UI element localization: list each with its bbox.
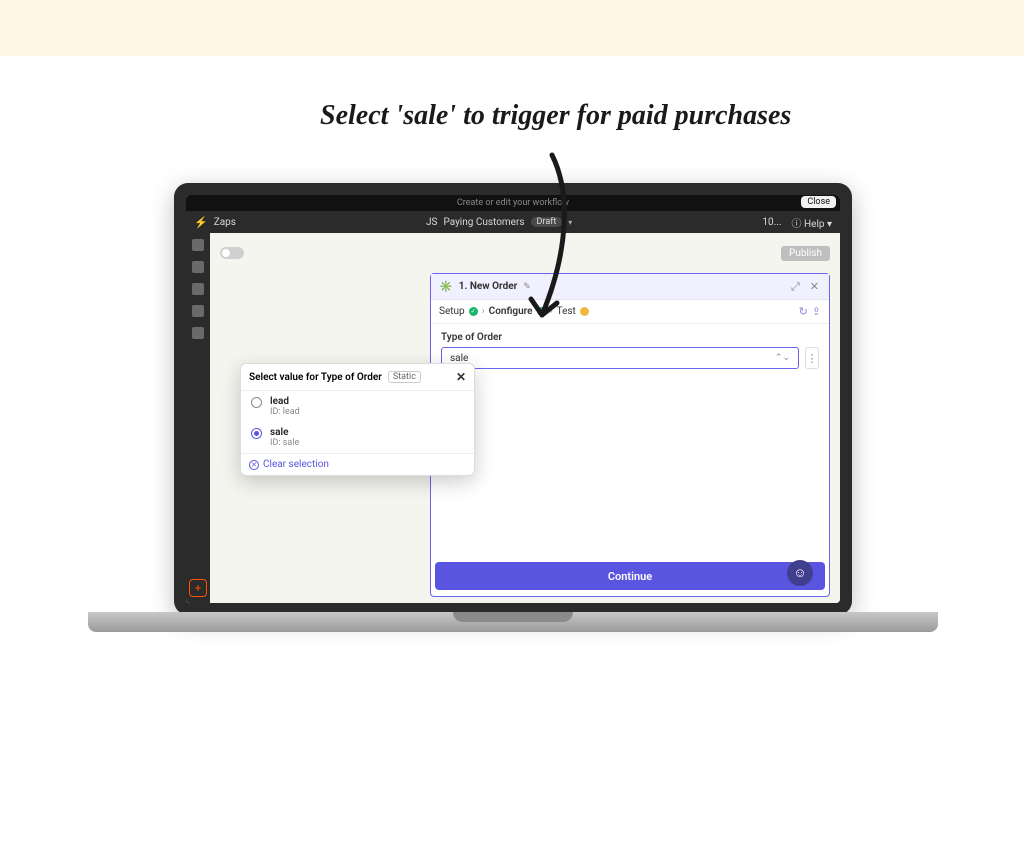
publish-button[interactable]: Publish	[781, 246, 830, 261]
radio-selected-icon	[251, 428, 262, 439]
close-button[interactable]: Close	[801, 196, 836, 208]
app-title: Zaps	[214, 217, 236, 228]
app-logo-icon: ✳️	[439, 280, 453, 293]
option-id: ID: sale	[270, 438, 299, 448]
field-menu-button[interactable]: ⋮	[805, 347, 819, 369]
rail-icon[interactable]	[192, 261, 204, 273]
clear-icon: ✕	[249, 460, 259, 470]
option-sale[interactable]: sale ID: sale	[241, 422, 474, 453]
radio-icon	[251, 397, 262, 408]
bolt-icon: ⚡	[194, 216, 208, 229]
rail-icon[interactable]	[192, 327, 204, 339]
workflow-prefix: JS	[426, 217, 437, 228]
option-label: lead	[270, 396, 300, 407]
rail-icon[interactable]	[192, 305, 204, 317]
laptop-base	[88, 612, 938, 660]
zoom-indicator[interactable]: 10...	[762, 217, 781, 228]
check-icon: ✓	[469, 307, 478, 316]
value-picker-popover: Select value for Type of Order Static ✕ …	[240, 363, 475, 476]
continue-button[interactable]: Continue	[435, 562, 825, 590]
page-banner	[0, 0, 1024, 56]
close-icon[interactable]: ✕	[808, 280, 821, 293]
type-of-order-select[interactable]: sale ⌃⌄	[441, 347, 799, 369]
callout-arrow	[487, 145, 597, 349]
tab-setup[interactable]: Setup	[439, 306, 465, 317]
callout-annotation: Select 'sale' to trigger for paid purcha…	[320, 100, 791, 132]
rail-icon[interactable]	[192, 239, 204, 251]
option-label: sale	[270, 427, 299, 438]
popover-title: Select value for Type of Order	[249, 372, 382, 383]
assistant-fab[interactable]: ☺	[787, 560, 813, 586]
select-value: sale	[450, 353, 468, 364]
static-badge: Static	[388, 371, 421, 383]
caret-icon: ⌃⌄	[775, 353, 790, 363]
chevron-right-icon: ›	[482, 306, 485, 317]
share-icon[interactable]: ⇪	[812, 305, 821, 318]
add-step-button[interactable]: +	[189, 579, 207, 597]
enable-toggle[interactable]	[220, 247, 244, 259]
expand-icon[interactable]: ⤢	[789, 280, 802, 294]
option-id: ID: lead	[270, 407, 300, 417]
help-menu[interactable]: ⓘ Help ▾	[792, 215, 832, 230]
refresh-icon[interactable]: ↻	[799, 305, 808, 318]
clear-selection-button[interactable]: ✕ Clear selection	[249, 459, 466, 470]
close-icon[interactable]: ✕	[456, 370, 466, 384]
option-lead[interactable]: lead ID: lead	[241, 391, 474, 422]
rail-icon[interactable]	[192, 283, 204, 295]
left-rail: +	[186, 233, 210, 603]
